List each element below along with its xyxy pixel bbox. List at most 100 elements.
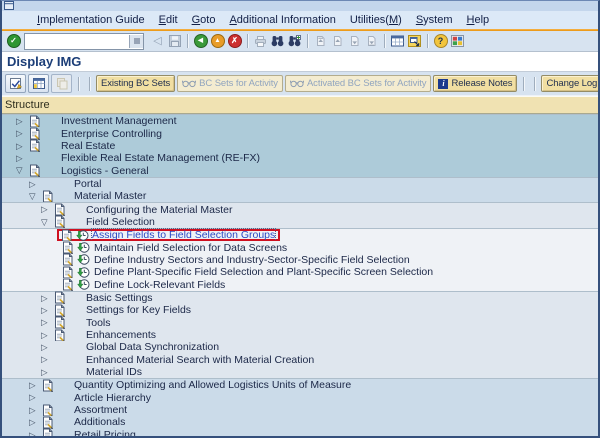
menu-implementation-guide[interactable]: Implementation Guide (30, 13, 152, 27)
menu-help[interactable]: Help (460, 13, 497, 27)
doc-icon[interactable] (41, 416, 54, 429)
exit-icon[interactable]: ▲ (209, 33, 226, 49)
activity-icon[interactable] (76, 278, 90, 291)
doc-icon[interactable] (41, 428, 54, 438)
doc-icon[interactable] (41, 379, 54, 392)
tree-row-material-ids[interactable]: ▷Material IDs (2, 366, 598, 378)
tree-row-quantity-optimizing-and-allowed-logistics-[interactable]: ▷Quantity Optimizing and Allowed Logisti… (2, 378, 598, 391)
help-icon[interactable]: ? (432, 33, 449, 49)
expand-arrow-icon[interactable]: ▷ (16, 129, 28, 138)
command-input[interactable] (25, 35, 129, 47)
doc-icon[interactable] (28, 139, 41, 152)
tree-row-portal[interactable]: ▷Portal (2, 177, 598, 190)
activity-icon[interactable] (76, 266, 90, 279)
tree-row-flexible-real-estate-management-re-fx[interactable]: ▷Flexible Real Estate Management (RE-FX) (2, 152, 598, 164)
doc-icon[interactable] (53, 291, 66, 304)
tree-row-assortment[interactable]: ▷Assortment (2, 404, 598, 416)
tree-row-basic-settings[interactable]: ▷Basic Settings (2, 291, 598, 304)
choose-icon[interactable] (5, 74, 26, 93)
tree-row-logistics-general[interactable]: ▽Logistics - General (2, 164, 598, 176)
release-notes-button[interactable]: iRelease Notes (433, 75, 517, 92)
doc-icon[interactable] (53, 316, 66, 329)
create-shortcut-icon[interactable] (406, 33, 423, 49)
expand-arrow-icon[interactable]: ▷ (29, 406, 41, 415)
menu-utilities-m[interactable]: Utilities(M) (343, 13, 409, 27)
collapse-arrow-icon[interactable]: ▽ (29, 192, 41, 201)
doc-icon[interactable] (28, 127, 41, 140)
doc-icon[interactable] (41, 404, 54, 417)
sap-window: Implementation GuideEditGotoAdditional I… (0, 0, 600, 438)
doc-icon[interactable] (60, 229, 73, 242)
menu-edit[interactable]: Edit (152, 13, 185, 27)
tree-row-label: Enhanced Material Search with Material C… (86, 354, 314, 366)
expand-arrow-icon[interactable]: ▷ (41, 355, 53, 364)
activity-icon[interactable] (75, 229, 89, 242)
tree-row-define-industry-sectors-and-industry-secto[interactable]: Define Industry Sectors and Industry-Sec… (2, 254, 598, 266)
tree-row-field-selection[interactable]: ▽ Field Selection (2, 216, 598, 228)
tree-row-material-master[interactable]: ▽ Material Master (2, 190, 598, 202)
find-icon[interactable] (269, 33, 286, 49)
tree-row-enhancements[interactable]: ▷Enhancements (2, 329, 598, 341)
change-log-button[interactable]: Change Log (541, 75, 600, 92)
tree-row-retail-pricing[interactable]: ▷Retail Pricing (2, 429, 598, 438)
doc-icon[interactable] (61, 266, 74, 279)
menu-goto[interactable]: Goto (185, 13, 223, 27)
tree-row-label: Field Selection (86, 216, 155, 228)
back-icon[interactable]: ◀ (192, 33, 209, 49)
command-history-button[interactable] (129, 35, 143, 48)
doc-icon[interactable] (41, 190, 54, 203)
cancel-icon[interactable]: ✗ (226, 33, 243, 49)
tree-row-global-data-synchronization[interactable]: ▷Global Data Synchronization (2, 341, 598, 353)
tree-row-tools[interactable]: ▷Tools (2, 317, 598, 329)
menu-additional-information[interactable]: Additional Information (222, 13, 342, 27)
customize-layout-icon[interactable] (449, 33, 466, 49)
existing-bc-sets-button[interactable]: Existing BC Sets (96, 75, 175, 92)
expand-arrow-icon[interactable]: ▷ (16, 142, 28, 151)
expand-arrow-icon[interactable]: ▷ (41, 205, 53, 214)
menu-system[interactable]: System (409, 13, 460, 27)
tree-row-define-lock-relevant-fields[interactable]: Define Lock-Relevant Fields (2, 278, 598, 290)
expand-arrow-icon[interactable]: ▷ (41, 294, 53, 303)
expand-arrow-icon[interactable]: ▷ (41, 343, 53, 352)
expand-arrow-icon[interactable]: ▷ (41, 306, 53, 315)
expand-arrow-icon[interactable]: ▷ (29, 180, 41, 189)
doc-icon[interactable] (53, 215, 66, 228)
tree-row-enterprise-controlling[interactable]: ▷Enterprise Controlling (2, 127, 598, 139)
expand-arrow-icon[interactable]: ▷ (41, 318, 53, 327)
doc-icon[interactable] (53, 329, 66, 342)
doc-icon[interactable] (53, 203, 66, 216)
expand-arrow-icon[interactable]: ▷ (41, 331, 53, 340)
tree-row-real-estate[interactable]: ▷Real Estate (2, 140, 598, 152)
expand-arrow-icon[interactable]: ▷ (29, 431, 41, 438)
doc-icon[interactable] (61, 241, 74, 254)
structure-list-icon[interactable] (28, 74, 49, 93)
tree-row-define-plant-specific-field-selection-and-[interactable]: Define Plant-Specific Field Selection an… (2, 266, 598, 278)
expand-arrow-icon[interactable]: ▷ (41, 368, 53, 377)
expand-arrow-icon[interactable]: ▷ (29, 418, 41, 427)
tree-row-additionals[interactable]: ▷Additionals (2, 416, 598, 428)
tree-row-settings-for-key-fields[interactable]: ▷Settings for Key Fields (2, 304, 598, 316)
tree-row-configuring-the-material-master[interactable]: ▷Configuring the Material Master (2, 202, 598, 215)
doc-icon[interactable] (61, 278, 74, 291)
tree-row-article-hierarchy[interactable]: ▷Article Hierarchy (2, 392, 598, 404)
expand-arrow-icon[interactable]: ▷ (29, 381, 41, 390)
tree-row-investment-management[interactable]: ▷Investment Management (2, 114, 598, 127)
activity-icon[interactable] (76, 241, 90, 254)
tree-row-label: Material Master (74, 190, 146, 202)
doc-icon[interactable] (61, 253, 74, 266)
tree-row-assign-fields-to-field-selection-groups[interactable]: Assign Fields to Field Selection Groups (2, 228, 598, 241)
collapse-arrow-icon[interactable]: ▽ (16, 166, 28, 175)
expand-arrow-icon[interactable]: ▷ (29, 393, 41, 402)
enter-button[interactable]: ✓ (5, 33, 22, 49)
new-session-icon[interactable] (389, 33, 406, 49)
activity-icon[interactable] (76, 253, 90, 266)
tree-row-maintain-field-selection-for-data-screens[interactable]: Maintain Field Selection for Data Screen… (2, 241, 598, 253)
doc-icon[interactable] (28, 164, 41, 177)
tree-row-enhanced-material-search-with-material-cre[interactable]: ▷ Enhanced Material Search with Material … (2, 354, 598, 366)
doc-icon[interactable] (53, 304, 66, 317)
expand-arrow-icon[interactable]: ▷ (16, 154, 28, 163)
doc-icon[interactable] (28, 115, 41, 128)
expand-arrow-icon[interactable]: ▷ (16, 117, 28, 126)
find-next-icon[interactable] (286, 33, 303, 49)
collapse-arrow-icon[interactable]: ▽ (41, 218, 53, 227)
